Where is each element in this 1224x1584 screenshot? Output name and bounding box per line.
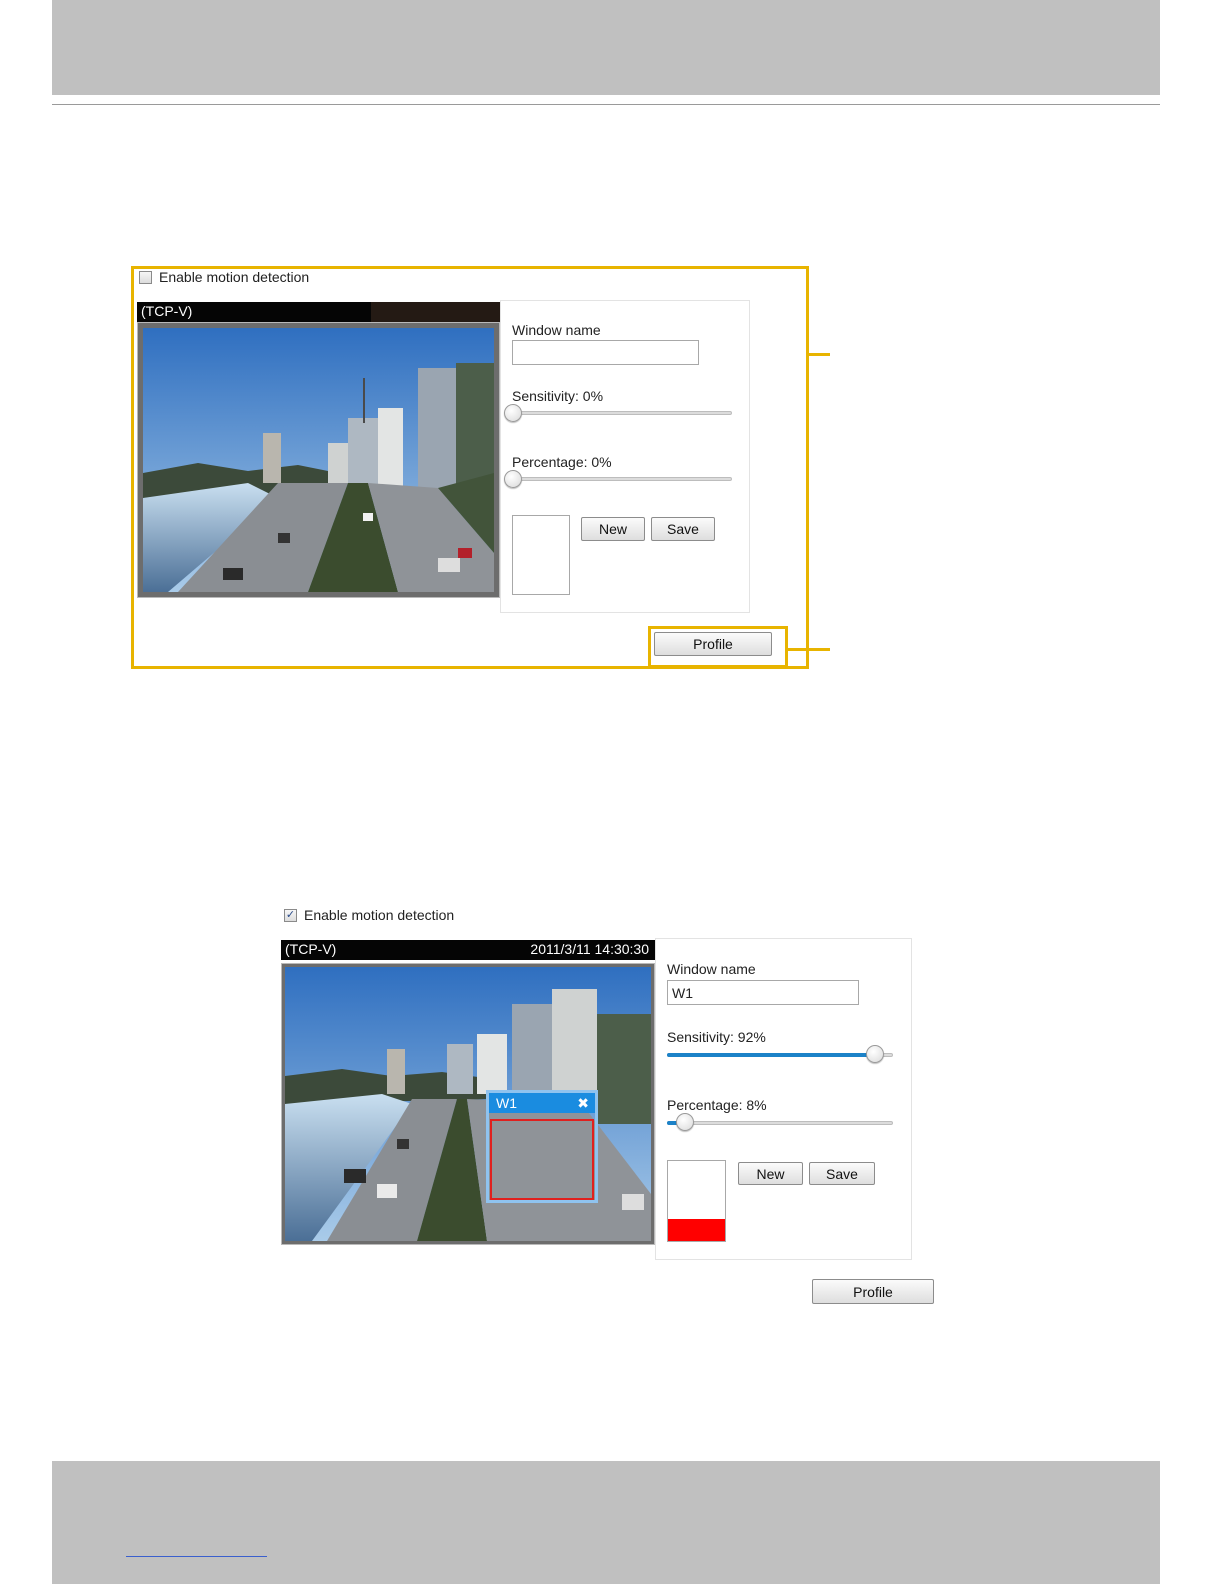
percentage-slider-track[interactable] [512,477,732,481]
sensitivity-slider-track[interactable] [512,411,732,415]
sensitivity-slider-handle[interactable] [866,1045,884,1063]
window-name-label: Window name [512,322,601,338]
video-status-bar-right [371,302,500,322]
enable-motion-checkbox[interactable]: ✓ [284,909,297,922]
motion-activity-meter [667,1160,726,1242]
profile-button[interactable]: Profile [812,1279,934,1304]
percentage-label: Percentage: 0% [512,454,612,470]
stream-protocol-label: (TCP-V) [285,941,337,957]
window-name-label: Window name [667,961,756,977]
window-name-input[interactable] [512,340,699,365]
motion-activity-meter [512,515,570,595]
sensitivity-slider-handle[interactable] [504,404,522,422]
callout-line-settings [808,353,830,356]
motion-window-title-bar[interactable]: W1 ✖ [489,1093,595,1113]
enable-motion-label: Enable motion detection [304,907,455,923]
video-timestamp: 2011/3/11 14:30:30 [530,941,649,957]
save-window-button[interactable]: Save [809,1162,875,1185]
motion-detection-region[interactable] [490,1119,594,1200]
new-window-button[interactable]: New [738,1162,803,1185]
sensitivity-slider-fill [667,1053,875,1057]
close-icon[interactable]: ✖ [577,1093,589,1113]
stream-protocol-label: (TCP-V) [141,303,193,319]
footer-link-underline [126,1556,267,1557]
sensitivity-label: Sensitivity: 0% [512,388,604,404]
camera-scene-image [285,967,651,1241]
motion-window-w1[interactable]: W1 ✖ [486,1090,598,1203]
enable-motion-checkbox[interactable] [139,271,152,284]
header-divider [52,104,1160,105]
camera-scene-image [143,328,494,592]
callout-line-profile [787,648,830,651]
percentage-slider-track[interactable] [667,1121,893,1125]
percentage-slider-handle[interactable] [676,1113,694,1131]
video-status-bar: (TCP-V) 2011/3/11 14:30:30 [281,940,655,960]
percentage-slider-handle[interactable] [504,470,522,488]
live-video-view[interactable] [281,963,655,1245]
live-video-view[interactable] [137,322,500,598]
page-footer-band [52,1461,1160,1584]
sensitivity-label: Sensitivity: 92% [667,1029,766,1045]
window-name-input[interactable] [667,980,859,1005]
new-window-button[interactable]: New [581,517,645,541]
motion-window-name: W1 [496,1095,517,1111]
motion-activity-level-bar [668,1219,725,1241]
save-window-button[interactable]: Save [651,517,715,541]
enable-motion-label: Enable motion detection [159,269,310,285]
profile-button[interactable]: Profile [654,632,772,656]
page-header-band [52,0,1160,95]
percentage-label: Percentage: 8% [667,1097,767,1113]
